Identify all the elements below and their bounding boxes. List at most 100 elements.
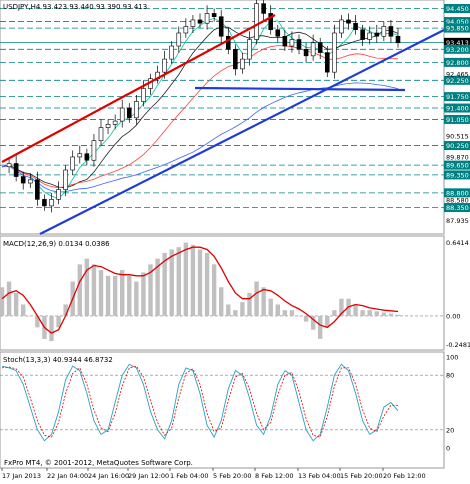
level-label: 89.650 [446, 162, 469, 170]
macd-bar [98, 270, 104, 316]
macd-bar [183, 242, 189, 316]
candle-body [49, 199, 54, 207]
chart-root: 94.450 94.050 93.850 93.413 93.200 92.800 92.2… [0, 0, 470, 480]
stoch-panel: 100 80 20 0 Stoch(13,3,3) 40.9344 46.8732 [0, 351, 458, 469]
macd-bar [134, 281, 139, 316]
candle-body [388, 26, 394, 37]
macd-panel: 0.6414 0.00 -0.2481 MACD(12,26,9) 0.0134 0… [0, 235, 470, 351]
macd-bar [296, 315, 302, 317]
time-tick-label: 5 Feb 20:00 [213, 472, 252, 480]
candle-body [254, 3, 259, 40]
macd-bar [91, 264, 97, 316]
candle-body [296, 39, 302, 50]
candle-body [98, 127, 104, 141]
macd-title: MACD(12,26,9) 0.0134 0.0386 [3, 240, 110, 248]
macd-bar [105, 275, 111, 316]
macd-bar [332, 310, 337, 316]
macd-bar [112, 275, 118, 316]
macd-bar [254, 281, 259, 316]
macd-bar [190, 244, 196, 316]
candle-body [169, 45, 175, 60]
macd-bar [381, 312, 387, 316]
candle-body [63, 169, 68, 190]
macd-bar [84, 258, 90, 316]
price-panel: 94.45094.05093.85093.41393.20092.80092.2… [0, 0, 470, 235]
level-label: 89.350 [446, 171, 469, 179]
stoch-tick-label: 80 [446, 372, 454, 380]
macd-bar [374, 311, 379, 316]
level-label: 91.400 [446, 105, 469, 113]
macd-bar [261, 287, 266, 316]
time-tick-label: 20 Feb 12:00 [383, 472, 426, 480]
stoch-tick-label: 100 [446, 354, 458, 362]
price-tick-label: 87.935 [446, 217, 469, 225]
candle-body [84, 153, 90, 161]
macd-tick-label: 0.6414 [446, 239, 469, 247]
macd-bar [77, 264, 82, 316]
candle-body [176, 32, 182, 47]
candle-body [183, 26, 189, 34]
macd-bar [247, 293, 252, 316]
footer-copyright: FxPro MT4, © 2001-2012, MetaQuotes Softw… [4, 459, 193, 467]
level-label: 91.050 [446, 116, 469, 124]
macd-bar [282, 310, 288, 316]
candle-body [339, 19, 344, 34]
candle-body [126, 107, 132, 119]
candle-body [332, 32, 337, 73]
price-tick-label: 92.465 [446, 70, 469, 78]
macd-bar [13, 293, 19, 316]
candle-body [367, 32, 373, 40]
macd-bar [303, 315, 309, 322]
chart-svg: 94.45094.05093.85093.41393.20092.80092.2… [0, 0, 470, 480]
macd-bar [367, 310, 372, 316]
candle-body [247, 39, 252, 60]
candle-body [56, 189, 61, 200]
candle-body [27, 179, 33, 184]
macd-bar [6, 281, 12, 316]
candle-body [310, 42, 316, 57]
macd-bar [318, 315, 323, 339]
candle-body [70, 156, 76, 171]
candle-body [289, 39, 295, 47]
macd-bar [395, 314, 401, 316]
level-label: 93.850 [446, 25, 469, 33]
stoch-title: Stoch(13,3,3) 40.9344 46.8732 [3, 356, 113, 364]
macd-bar [120, 270, 125, 316]
candle-body [261, 3, 266, 14]
stoch-tick-label: 20 [446, 426, 454, 434]
price-tick-label: 89.870 [446, 153, 469, 161]
level-label: 91.750 [446, 93, 469, 101]
candle-body [197, 19, 203, 24]
time-tick-label: 22 Jan 04:00 [47, 472, 88, 480]
candle-body [395, 35, 401, 44]
time-tick-label: 15 Feb 20:00 [340, 472, 383, 480]
level-label: 94.450 [446, 5, 469, 13]
macd-bar [21, 304, 26, 316]
price-title: USDJPY,H4 93.423 93.440 93.390 93.413 [3, 3, 147, 11]
stoch-tick-label: 0 [446, 445, 450, 453]
candle-body [162, 58, 167, 73]
time-tick-label: 17 Jan 2013 [2, 472, 41, 480]
candle-body [119, 107, 125, 122]
candle-body [275, 29, 281, 37]
level-label: 93.200 [446, 46, 469, 54]
candle-body [134, 101, 139, 119]
macd-bar [141, 272, 146, 316]
macd-bar [240, 302, 245, 316]
level-label: 88.350 [446, 204, 469, 212]
macd-bar [127, 275, 132, 316]
macd-bar [268, 298, 273, 316]
macd-bar [353, 304, 358, 316]
price-tick-label: 88.580 [446, 197, 469, 205]
macd-tick-label: 0.00 [446, 312, 460, 320]
candle-body [374, 32, 380, 37]
candle-body [218, 16, 224, 37]
candle-body [13, 163, 19, 177]
candle-body [360, 29, 365, 40]
candle-body [105, 124, 111, 128]
candle-body [303, 49, 309, 57]
candle-body [77, 153, 83, 158]
macd-bar [219, 287, 224, 316]
macd-bar [204, 252, 210, 316]
macd-bar [226, 304, 231, 316]
